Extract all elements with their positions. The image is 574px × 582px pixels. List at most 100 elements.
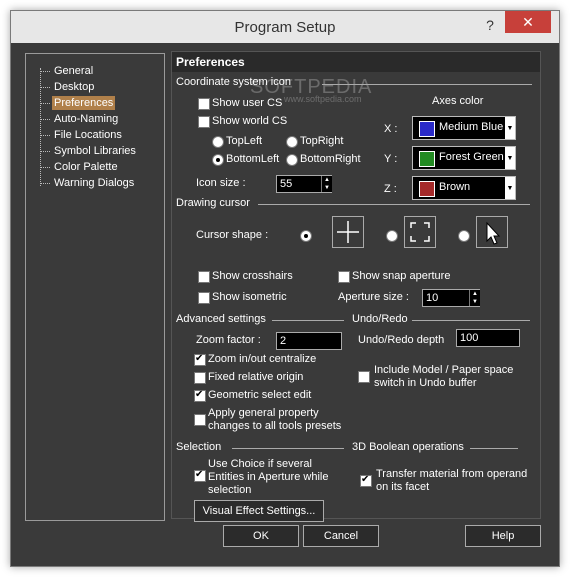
tree-item-symbol-libraries[interactable]: Symbol Libraries bbox=[54, 144, 136, 158]
aperture-size-label: Aperture size : bbox=[338, 291, 409, 303]
ok-button[interactable]: OK bbox=[223, 525, 299, 547]
show-snap-aperture-checkbox[interactable] bbox=[338, 271, 350, 283]
apply-general-label-line1: Apply general property bbox=[208, 407, 319, 419]
close-button[interactable]: ✕ bbox=[505, 11, 551, 33]
z-axis-color-select[interactable]: Brown ▼ bbox=[412, 176, 516, 200]
cursor-arrow-radio[interactable] bbox=[458, 230, 470, 242]
tree-item-warning-dialogs[interactable]: Warning Dialogs bbox=[54, 176, 134, 190]
tree-item-preferences[interactable]: Preferences bbox=[52, 96, 116, 110]
show-isometric-label: Show isometric bbox=[212, 291, 287, 303]
z-color-swatch bbox=[419, 181, 435, 197]
show-crosshairs-checkbox[interactable] bbox=[198, 271, 210, 283]
bottom-left-radio[interactable] bbox=[212, 154, 224, 166]
tree-connector bbox=[40, 151, 50, 152]
zoom-centralize-checkbox[interactable] bbox=[194, 353, 206, 366]
section-divider bbox=[412, 320, 530, 321]
preferences-panel: Preferences SOFTPEDIA www.softpedia.com … bbox=[171, 51, 541, 522]
section-selection: Selection bbox=[176, 441, 222, 453]
y-axis-color-select[interactable]: Forest Green ▼ bbox=[412, 146, 516, 170]
section-undo-redo: Undo/Redo bbox=[352, 313, 408, 325]
tree-item-desktop[interactable]: Desktop bbox=[54, 80, 94, 94]
tree-connector-line bbox=[40, 68, 41, 186]
section-divider bbox=[470, 448, 518, 449]
use-choice-line3: selection bbox=[208, 484, 252, 496]
show-world-cs-checkbox[interactable] bbox=[198, 116, 210, 128]
chevron-down-icon: ▼ bbox=[505, 177, 515, 199]
x-color-name: Medium Blue bbox=[439, 121, 504, 133]
transfer-material-checkbox[interactable] bbox=[360, 474, 372, 487]
y-axis-label: Y : bbox=[384, 153, 398, 165]
section-3d-boolean: 3D Boolean operations bbox=[352, 441, 464, 453]
section-coordinate-system: Coordinate system icon bbox=[176, 76, 291, 88]
cursor-crosshair-radio[interactable] bbox=[300, 230, 312, 242]
x-axis-label: X : bbox=[384, 123, 398, 135]
apply-general-label-line2: changes to all tools presets bbox=[208, 420, 342, 432]
tree-connector bbox=[40, 103, 50, 104]
aperture-corners-icon bbox=[410, 222, 430, 242]
include-model-paper-line1: Include Model / Paper space bbox=[374, 364, 514, 376]
undo-depth-input[interactable]: 100 bbox=[456, 329, 520, 347]
aperture-size-spinner[interactable]: ▲ ▼ bbox=[469, 290, 480, 306]
chevron-down-icon: ▼ bbox=[505, 147, 515, 169]
x-axis-color-select[interactable]: Medium Blue ▼ bbox=[412, 116, 516, 140]
tree-item-general[interactable]: General bbox=[54, 64, 93, 78]
show-user-cs-checkbox[interactable] bbox=[198, 98, 210, 110]
bottom-left-label: BottomLeft bbox=[226, 153, 280, 165]
top-right-radio[interactable] bbox=[286, 136, 298, 148]
section-divider bbox=[232, 448, 344, 449]
help-question-icon[interactable]: ? bbox=[479, 15, 501, 35]
bottom-right-label: BottomRight bbox=[300, 153, 361, 165]
section-divider bbox=[272, 320, 344, 321]
window-title: Program Setup bbox=[234, 19, 336, 36]
icon-size-spinner[interactable]: ▲ ▼ bbox=[321, 176, 332, 192]
tree-connector bbox=[40, 167, 50, 168]
section-divider bbox=[322, 84, 532, 85]
transfer-material-line2: on its facet bbox=[376, 481, 430, 493]
crosshair-cursor-preview[interactable] bbox=[332, 216, 364, 248]
fixed-origin-checkbox[interactable] bbox=[194, 372, 206, 384]
watermark-url: www.softpedia.com bbox=[284, 94, 362, 104]
y-color-name: Forest Green bbox=[439, 151, 504, 163]
tree-item-color-palette[interactable]: Color Palette bbox=[54, 160, 118, 174]
fixed-origin-label: Fixed relative origin bbox=[208, 371, 304, 383]
cursor-aperture-radio[interactable] bbox=[386, 230, 398, 242]
tree-item-auto-naming[interactable]: Auto-Naming bbox=[54, 112, 118, 126]
top-left-label: TopLeft bbox=[226, 135, 263, 147]
help-button[interactable]: Help bbox=[465, 525, 541, 547]
tree-connector bbox=[40, 135, 50, 136]
arrow-cursor-icon bbox=[486, 221, 501, 245]
axes-color-label: Axes color bbox=[432, 95, 484, 107]
icon-size-label: Icon size : bbox=[196, 177, 246, 189]
cancel-button[interactable]: Cancel bbox=[303, 525, 379, 547]
tree-connector bbox=[40, 71, 50, 72]
show-user-cs-label: Show user CS bbox=[212, 97, 283, 109]
include-model-paper-line2: switch in Undo buffer bbox=[374, 377, 477, 389]
x-color-swatch bbox=[419, 121, 435, 137]
apply-general-checkbox[interactable] bbox=[194, 414, 206, 426]
geometric-select-label: Geometric select edit bbox=[208, 389, 312, 401]
z-color-name: Brown bbox=[439, 181, 471, 193]
crosshair-icon bbox=[337, 221, 359, 243]
visual-effect-settings-button[interactable]: Visual Effect Settings... bbox=[194, 500, 324, 522]
geometric-select-checkbox[interactable] bbox=[194, 389, 206, 402]
zoom-factor-input[interactable]: 2 bbox=[276, 332, 342, 350]
show-isometric-checkbox[interactable] bbox=[198, 292, 210, 304]
section-divider bbox=[258, 204, 530, 205]
cursor-shape-label: Cursor shape : bbox=[196, 229, 269, 241]
top-right-label: TopRight bbox=[300, 135, 344, 147]
transfer-material-line1: Transfer material from operand bbox=[376, 468, 528, 480]
show-world-cs-label: Show world CS bbox=[212, 115, 288, 127]
bottom-right-radio[interactable] bbox=[286, 154, 298, 166]
zoom-centralize-label: Zoom in/out centralize bbox=[208, 353, 317, 365]
y-color-swatch bbox=[419, 151, 435, 167]
top-left-radio[interactable] bbox=[212, 136, 224, 148]
show-snap-aperture-label: Show snap aperture bbox=[352, 270, 451, 282]
include-model-paper-checkbox[interactable] bbox=[358, 371, 370, 383]
use-choice-checkbox[interactable] bbox=[194, 469, 206, 482]
title-bar: Program Setup ? ✕ bbox=[11, 11, 559, 43]
arrow-cursor-preview[interactable] bbox=[476, 216, 508, 248]
aperture-cursor-preview[interactable] bbox=[404, 216, 436, 248]
undo-depth-label: Undo/Redo depth bbox=[358, 334, 445, 346]
tree-item-file-locations[interactable]: File Locations bbox=[54, 128, 122, 142]
tree-connector bbox=[40, 87, 50, 88]
